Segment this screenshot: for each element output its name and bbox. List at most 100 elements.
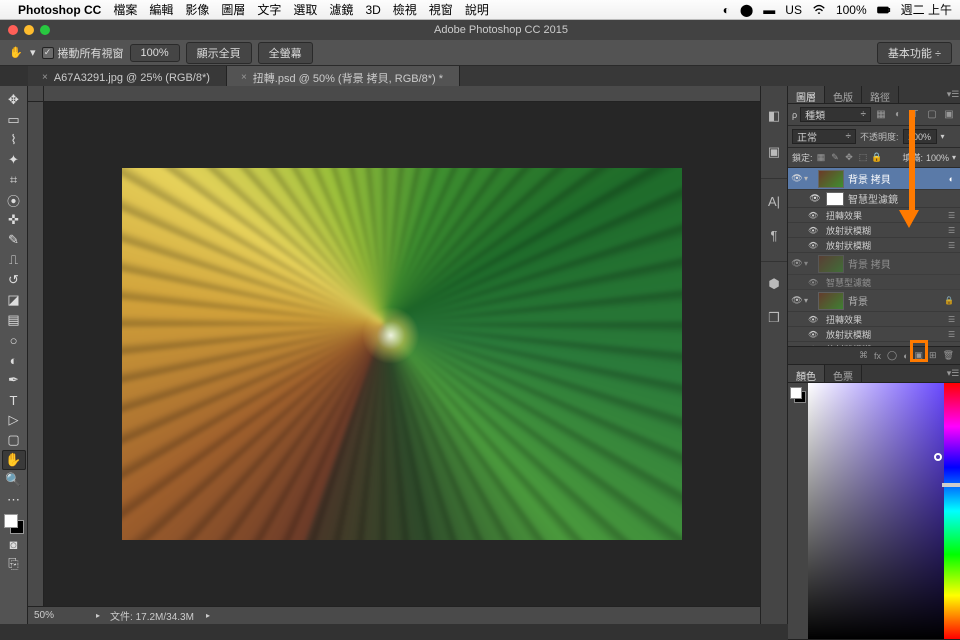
- tab-channels[interactable]: 色版: [825, 86, 862, 103]
- lock-pixels-icon[interactable]: ✎: [830, 152, 841, 163]
- visibility-toggle[interactable]: 👁: [790, 173, 804, 184]
- link-layers-icon[interactable]: ⌘: [859, 350, 868, 361]
- filter-pixel-icon[interactable]: ▦: [874, 108, 888, 122]
- mask-icon[interactable]: ◯: [887, 350, 897, 361]
- filter-options-icon[interactable]: ☰: [948, 226, 960, 235]
- menu-filter[interactable]: 濾鏡: [329, 1, 353, 18]
- fill-field[interactable]: 100%: [926, 153, 949, 163]
- zoom-field[interactable]: 50%: [34, 610, 84, 621]
- color-field[interactable]: [808, 383, 944, 639]
- blur-tool[interactable]: ○: [2, 330, 26, 350]
- layer-bg-copy-ghost[interactable]: 👁 ▾ 背景 拷貝: [788, 253, 960, 275]
- layer-name[interactable]: 背景 拷貝: [848, 171, 945, 186]
- battery-icon[interactable]: [877, 3, 891, 17]
- libraries-panel-icon[interactable]: ⬢: [764, 274, 784, 294]
- filter-smart-icon[interactable]: ▣: [942, 108, 956, 122]
- hand-tool[interactable]: ✋: [2, 450, 26, 470]
- layer-kind-filter[interactable]: 種類÷: [800, 107, 871, 122]
- opacity-field[interactable]: 100%: [903, 129, 937, 144]
- filter-shape-icon[interactable]: ▢: [925, 108, 939, 122]
- dodge-tool[interactable]: ◐: [2, 350, 26, 370]
- crop-tool[interactable]: ⌗: [2, 170, 26, 190]
- layer-background[interactable]: 👁 ▾ 背景 🔒: [788, 290, 960, 312]
- lock-transparency-icon[interactable]: ▦: [816, 152, 827, 163]
- menu-file[interactable]: 檔案: [113, 1, 137, 18]
- status-icon-2[interactable]: ⬤: [740, 3, 753, 17]
- layer-thumb[interactable]: [818, 292, 844, 310]
- layer-name[interactable]: 背景: [848, 293, 940, 308]
- doc-tab-1[interactable]: × 扭轉.psd @ 50% (背景 拷貝, RGB/8*) *: [227, 66, 460, 86]
- group-icon[interactable]: ▣: [915, 350, 924, 361]
- gradient-tool[interactable]: ▤: [2, 310, 26, 330]
- filter-radial-1[interactable]: 👁放射狀模糊☰: [788, 223, 960, 238]
- filter-icon[interactable]: ρ: [792, 110, 797, 120]
- wand-tool[interactable]: ✦: [2, 150, 26, 170]
- history-brush-tool[interactable]: ↺: [2, 270, 26, 290]
- brush-tool[interactable]: ✎: [2, 230, 26, 250]
- filter-twirl[interactable]: 👁扭轉效果☰: [788, 208, 960, 223]
- menu-3d[interactable]: 3D: [365, 3, 380, 17]
- close-icon[interactable]: ×: [241, 72, 247, 83]
- filter-twirl-b[interactable]: 👁扭轉效果☰: [788, 312, 960, 327]
- lock-all-icon[interactable]: 🔒: [872, 152, 883, 163]
- tab-color[interactable]: 顏色: [788, 365, 825, 382]
- ruler-vertical[interactable]: [28, 102, 44, 606]
- wifi-icon[interactable]: [812, 3, 826, 17]
- zoom-100-button[interactable]: 100%: [130, 44, 180, 62]
- visibility-toggle[interactable]: 👁: [790, 258, 804, 269]
- type-tool[interactable]: T: [2, 390, 26, 410]
- status-icon-1[interactable]: ◐: [723, 3, 730, 17]
- lock-artboard-icon[interactable]: ⬚: [858, 152, 869, 163]
- zoom-menu-icon[interactable]: ▸: [96, 611, 100, 620]
- 3d-panel-icon[interactable]: ❒: [764, 308, 784, 328]
- eraser-tool[interactable]: ◪: [2, 290, 26, 310]
- screenmode-toggle[interactable]: ⎘: [2, 554, 26, 574]
- panel-menu-icon[interactable]: ▾☰: [946, 86, 960, 103]
- ruler-horizontal[interactable]: [44, 86, 760, 102]
- menu-type[interactable]: 文字: [257, 1, 281, 18]
- traffic-lights[interactable]: [8, 25, 50, 35]
- trash-icon[interactable]: 🗑: [943, 350, 954, 361]
- new-layer-icon[interactable]: ⊞: [929, 350, 937, 361]
- menu-help[interactable]: 說明: [465, 1, 489, 18]
- filter-type-icon[interactable]: T: [908, 108, 922, 122]
- color-mini-swatches[interactable]: [788, 383, 808, 639]
- quickmask-toggle[interactable]: ◙: [2, 534, 26, 554]
- ghost-smart-filters[interactable]: 👁智慧型濾鏡: [788, 275, 960, 290]
- menu-window[interactable]: 視窗: [429, 1, 453, 18]
- fx-icon[interactable]: fx: [874, 351, 881, 361]
- zoom-tool[interactable]: 🔍: [2, 470, 26, 490]
- close-window[interactable]: [8, 25, 18, 35]
- visibility-toggle[interactable]: 👁: [808, 226, 822, 235]
- app-name[interactable]: Photoshop CC: [18, 3, 101, 17]
- docinfo-menu-icon[interactable]: ▸: [206, 611, 210, 620]
- stamp-tool[interactable]: ⎍: [2, 250, 26, 270]
- fit-screen-button[interactable]: 顯示全頁: [186, 42, 252, 64]
- panel-menu-icon[interactable]: ▾☰: [946, 365, 960, 382]
- character-panel-icon[interactable]: A|: [764, 191, 784, 211]
- hue-slider[interactable]: [944, 383, 960, 639]
- menu-layer[interactable]: 圖層: [221, 1, 245, 18]
- tab-swatches[interactable]: 色票: [825, 365, 862, 382]
- marquee-tool[interactable]: ▭: [2, 110, 26, 130]
- input-lang[interactable]: US: [785, 3, 802, 17]
- tab-paths[interactable]: 路徑: [862, 86, 899, 103]
- zoom-window[interactable]: [40, 25, 50, 35]
- properties-panel-icon[interactable]: ▣: [764, 142, 784, 162]
- visibility-toggle[interactable]: 👁: [808, 193, 822, 204]
- filter-radial-2[interactable]: 👁放射狀模糊☰: [788, 238, 960, 253]
- input-flag[interactable]: ▬: [763, 3, 775, 17]
- blend-mode-select[interactable]: 正常÷: [792, 129, 856, 144]
- visibility-toggle[interactable]: 👁: [808, 211, 822, 220]
- smart-filters-header[interactable]: 👁 智慧型濾鏡: [788, 190, 960, 208]
- tab-layers[interactable]: 圖層: [788, 86, 825, 103]
- paragraph-panel-icon[interactable]: ¶: [764, 225, 784, 245]
- filter-radial-b1[interactable]: 👁放射狀模糊☰: [788, 327, 960, 342]
- adjustment-icon[interactable]: ◐: [903, 351, 908, 361]
- filter-mask-thumb[interactable]: [826, 192, 844, 206]
- expand-toggle[interactable]: ▾: [804, 174, 814, 183]
- layer-thumb[interactable]: [818, 255, 844, 273]
- path-select-tool[interactable]: ▷: [2, 410, 26, 430]
- filter-adjust-icon[interactable]: ◐: [891, 108, 905, 122]
- lock-position-icon[interactable]: ✥: [844, 152, 855, 163]
